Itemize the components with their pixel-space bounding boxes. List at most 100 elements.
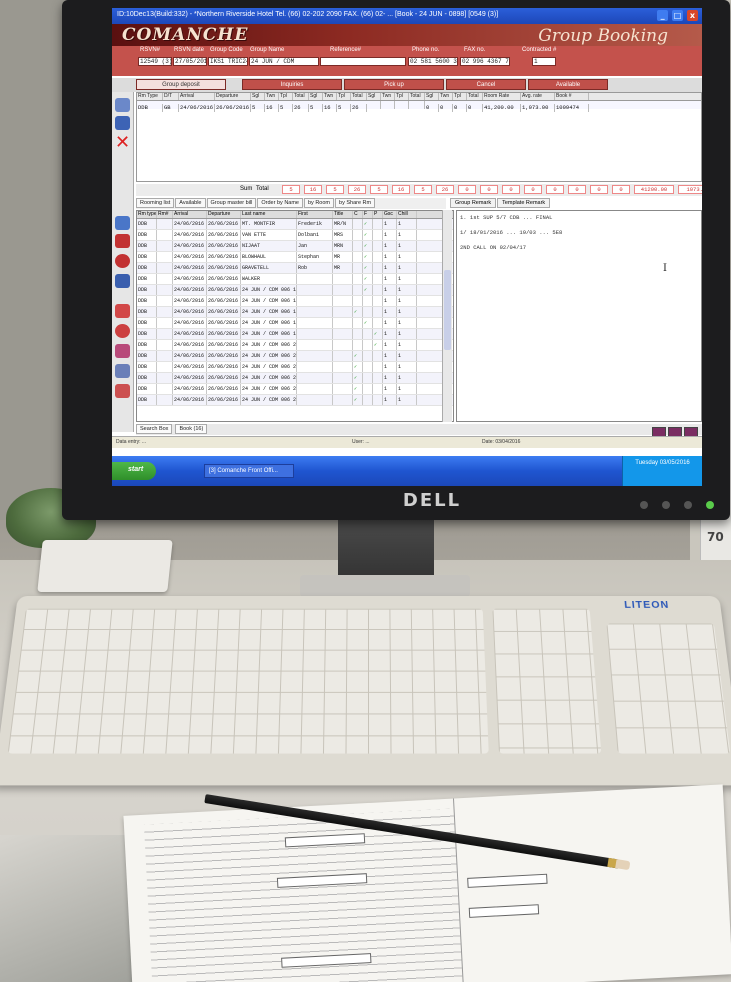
- table-cell[interactable]: 1: [397, 285, 417, 295]
- table-cell[interactable]: DDB: [137, 307, 157, 317]
- cancel-icon[interactable]: [115, 324, 130, 338]
- column-header[interactable]: Tpl: [395, 93, 409, 100]
- table-row[interactable]: DDB 24/06/2016 26/06/2016 GRAVETELL Rob MR ✓ 1 1: [137, 263, 453, 274]
- table-cell[interactable]: [367, 101, 381, 109]
- table-cell[interactable]: 16: [323, 104, 337, 112]
- table-cell[interactable]: 5: [279, 104, 293, 112]
- table-cell[interactable]: [373, 230, 383, 240]
- table-cell[interactable]: 26: [293, 104, 309, 112]
- table-cell[interactable]: [297, 285, 333, 295]
- table-cell[interactable]: 24 JUN / CDM 006 23: [241, 373, 297, 383]
- table-cell[interactable]: [363, 384, 373, 394]
- table-cell[interactable]: 26/06/2016: [207, 329, 241, 339]
- table-cell[interactable]: 1: [383, 274, 397, 284]
- table-cell[interactable]: 26/06/2016: [207, 307, 241, 317]
- table-cell[interactable]: [157, 395, 173, 405]
- table-cell[interactable]: [409, 101, 425, 109]
- table-cell[interactable]: DDB: [137, 296, 157, 306]
- column-header[interactable]: Arrival: [173, 211, 207, 218]
- table-cell[interactable]: [157, 351, 173, 361]
- table-cell[interactable]: ✓: [363, 219, 373, 229]
- table-cell[interactable]: ✓: [353, 373, 363, 383]
- table-cell[interactable]: 24/06/2016: [173, 307, 207, 317]
- column-header[interactable]: Rm#: [157, 211, 173, 218]
- table-cell[interactable]: 1: [383, 263, 397, 273]
- table-cell[interactable]: [297, 384, 333, 394]
- column-header[interactable]: Twn: [265, 93, 279, 100]
- order-by-name-checkbox[interactable]: Order by Name: [257, 198, 303, 208]
- order-by-room-checkbox[interactable]: by Room: [304, 198, 335, 208]
- table-cell[interactable]: DDB: [137, 384, 157, 394]
- table-cell[interactable]: [333, 274, 353, 284]
- print-icon[interactable]: [115, 344, 130, 358]
- table-cell[interactable]: [353, 274, 363, 284]
- table-cell[interactable]: [157, 296, 173, 306]
- table-cell[interactable]: ✓: [363, 241, 373, 251]
- table-cell[interactable]: 1: [383, 285, 397, 295]
- table-cell[interactable]: [297, 318, 333, 328]
- table-cell[interactable]: 24/06/2016: [173, 241, 207, 251]
- table-cell[interactable]: 24/06/2016: [173, 362, 207, 372]
- table-cell[interactable]: 1009474: [555, 104, 589, 112]
- table-cell[interactable]: [373, 274, 383, 284]
- table-cell[interactable]: [333, 395, 353, 405]
- table-row[interactable]: DDB 24/06/2016 26/06/2016 24 JUN / CDM 006 …: [137, 384, 453, 395]
- table-cell[interactable]: 24/06/2016: [173, 318, 207, 328]
- column-header[interactable]: Gsc: [383, 211, 397, 218]
- group-deposit-tab[interactable]: Group deposit: [136, 79, 226, 90]
- save-icon[interactable]: [115, 98, 130, 112]
- table-cell[interactable]: ✓: [353, 384, 363, 394]
- table-cell[interactable]: [157, 329, 173, 339]
- table-cell[interactable]: [373, 219, 383, 229]
- table-cell[interactable]: 1: [383, 307, 397, 317]
- table-cell[interactable]: DDB: [137, 219, 157, 229]
- table-cell[interactable]: 24/06/2016: [173, 296, 207, 306]
- navigation-keys[interactable]: [492, 608, 602, 754]
- table-cell[interactable]: 26/06/2016: [207, 340, 241, 350]
- table-cell[interactable]: 24 JUN / CDM 006 15: [241, 285, 297, 295]
- column-header[interactable]: Rm type: [137, 211, 157, 218]
- column-header[interactable]: Tpl: [453, 93, 467, 100]
- column-header[interactable]: Avg. rate: [521, 93, 555, 100]
- table-cell[interactable]: MT. MONTFIR: [241, 219, 297, 229]
- table-cell[interactable]: 1: [383, 340, 397, 350]
- table-cell[interactable]: 1: [397, 318, 417, 328]
- lock-icon[interactable]: [115, 304, 130, 318]
- table-cell[interactable]: Dolbani: [297, 230, 333, 240]
- table-cell[interactable]: [363, 373, 373, 383]
- cancel-tab[interactable]: Cancel: [446, 79, 526, 90]
- table-cell[interactable]: 26/06/2016: [207, 384, 241, 394]
- reference-field[interactable]: [320, 57, 406, 66]
- table-cell[interactable]: [297, 296, 333, 306]
- table-row[interactable]: DDB 24/06/2016 26/06/2016 24 JUN / CDM 006 …: [137, 373, 453, 384]
- table-cell[interactable]: 24 JUN / CDM 006 25: [241, 395, 297, 405]
- table-cell[interactable]: [363, 329, 373, 339]
- search-box-tab[interactable]: Search Box: [136, 424, 173, 434]
- person-icon[interactable]: [115, 116, 130, 130]
- table-cell[interactable]: [157, 384, 173, 394]
- table-cell[interactable]: 1: [397, 340, 417, 350]
- table-cell[interactable]: [297, 373, 333, 383]
- table-cell[interactable]: 24 JUN / CDM 006 20: [241, 340, 297, 350]
- table-cell[interactable]: 26/06/2016: [207, 296, 241, 306]
- table-cell[interactable]: 26/06/2016: [207, 351, 241, 361]
- table-cell[interactable]: 24 JUN / CDM 006 16: [241, 296, 297, 306]
- rooming-icon[interactable]: [115, 216, 130, 230]
- table-cell[interactable]: 1: [383, 318, 397, 328]
- table-cell[interactable]: MR: [333, 252, 353, 262]
- table-cell[interactable]: 1: [397, 263, 417, 273]
- table-cell[interactable]: 1: [397, 219, 417, 229]
- table-cell[interactable]: 1: [397, 296, 417, 306]
- table-row[interactable]: DDB GB 24/06/2016 26/06/2016 5 16 5 26 5 16 5 26 0 0 0…: [137, 101, 701, 112]
- column-header[interactable]: Total: [467, 93, 483, 100]
- column-header[interactable]: Chill: [397, 211, 417, 218]
- table-cell[interactable]: 0: [439, 104, 453, 112]
- table-cell[interactable]: 1: [383, 230, 397, 240]
- table-cell[interactable]: 1: [397, 362, 417, 372]
- table-cell[interactable]: 26/06/2016: [207, 285, 241, 295]
- table-cell[interactable]: DDB: [137, 318, 157, 328]
- taskbar-item[interactable]: [3] Comanche Front Offi...: [204, 464, 294, 478]
- table-cell[interactable]: [157, 263, 173, 273]
- numpad-keys[interactable]: [606, 623, 731, 754]
- table-cell[interactable]: [363, 362, 373, 372]
